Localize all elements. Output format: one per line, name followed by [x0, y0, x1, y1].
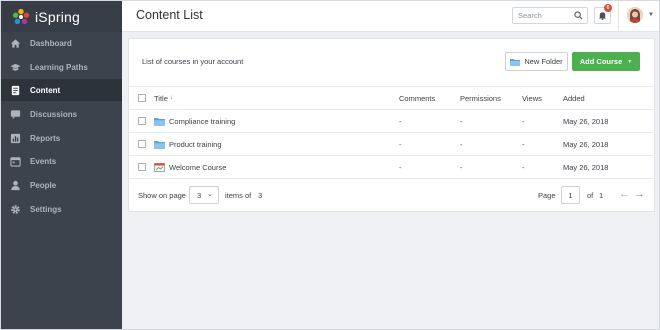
column-header-title[interactable]: Title ↓	[154, 94, 173, 103]
user-avatar-icon	[627, 7, 643, 23]
row-title[interactable]: Welcome Course	[154, 163, 226, 172]
items-of-label: items of	[225, 191, 252, 200]
folder-icon	[154, 117, 165, 126]
new-folder-button[interactable]: New Folder	[505, 52, 568, 71]
row-comments: -	[399, 162, 402, 172]
table-row[interactable]: Compliance training - - - May 26, 2018	[129, 109, 654, 132]
notification-count-badge: 6	[604, 4, 612, 12]
folder-icon	[154, 140, 165, 149]
select-all-checkbox[interactable]	[138, 94, 146, 102]
sidebar-item-label: Content	[30, 85, 61, 95]
chevron-down-icon[interactable]: ▼	[648, 12, 654, 18]
new-folder-label: New Folder	[524, 57, 563, 66]
sidebar: iSpring Dashboard Learning Paths Content…	[1, 1, 122, 329]
row-title[interactable]: Product training	[154, 140, 222, 149]
per-page-select[interactable]: 3 ⌄	[189, 186, 219, 204]
column-header-comments[interactable]: Comments	[399, 94, 435, 103]
sidebar-item-label: Discussions	[30, 109, 78, 119]
sidebar-item-label: People	[30, 180, 57, 190]
pagination-bar: Show on page 3 ⌄ items of 3 Page 1 of 1 …	[129, 178, 654, 211]
table-row[interactable]: Product training - - - May 26, 2018	[129, 132, 654, 155]
sidebar-item-reports[interactable]: Reports	[1, 127, 122, 149]
bell-icon	[598, 12, 607, 20]
document-icon	[10, 85, 21, 96]
sidebar-item-label: Learning Paths	[30, 62, 88, 72]
row-comments: -	[399, 116, 402, 126]
table-row[interactable]: Welcome Course - - - May 26, 2018	[129, 155, 654, 178]
arrow-left-icon[interactable]: ←	[619, 188, 630, 200]
of-label: of	[587, 191, 594, 200]
panel-subtitle: List of courses in your account	[142, 57, 244, 66]
page-label: Page	[538, 191, 556, 200]
sidebar-item-label: Dashboard	[30, 38, 72, 48]
chart-icon	[10, 133, 21, 144]
sidebar-item-label: Events	[30, 156, 57, 166]
chat-icon	[10, 109, 21, 120]
page-title: Content List	[136, 8, 203, 22]
arrow-right-icon[interactable]: →	[634, 188, 645, 200]
row-permissions: -	[460, 139, 463, 149]
sidebar-item-label: Reports	[30, 133, 61, 143]
column-header-added[interactable]: Added	[563, 94, 585, 103]
show-on-page-label: Show on page	[138, 191, 186, 200]
sidebar-item-learning-paths[interactable]: Learning Paths	[1, 56, 122, 78]
row-added: May 26, 2018	[563, 116, 609, 126]
row-views: -	[522, 162, 525, 172]
row-checkbox[interactable]	[138, 163, 146, 171]
row-views: -	[522, 139, 525, 149]
row-checkbox[interactable]	[138, 140, 146, 148]
app-window: iSpring Dashboard Learning Paths Content…	[0, 0, 660, 330]
search-box[interactable]	[512, 7, 588, 24]
app-name: iSpring	[35, 8, 80, 25]
table-header-row: Title ↓ Comments Permissions Views Added	[129, 86, 654, 109]
calendar-icon	[10, 156, 21, 167]
sidebar-item-label: Settings	[30, 204, 62, 214]
column-header-views[interactable]: Views	[522, 94, 542, 103]
caret-down-icon: ▼	[627, 58, 633, 65]
row-permissions: -	[460, 162, 463, 172]
row-title[interactable]: Compliance training	[154, 117, 235, 126]
sidebar-item-dashboard[interactable]: Dashboard	[1, 32, 122, 54]
sidebar-item-people[interactable]: People	[1, 174, 122, 196]
sort-arrow-icon: ↓	[169, 95, 173, 101]
course-icon	[154, 162, 165, 172]
top-header: Content List 6 ▼	[122, 1, 659, 32]
sidebar-item-events[interactable]: Events	[1, 150, 122, 172]
ispring-logo-icon	[12, 8, 30, 24]
row-added: May 26, 2018	[563, 162, 609, 172]
sidebar-item-content[interactable]: Content	[1, 79, 122, 101]
row-comments: -	[399, 139, 402, 149]
row-added: May 26, 2018	[563, 139, 609, 149]
logo[interactable]: iSpring	[1, 1, 122, 32]
chevron-down-icon: ⌄	[207, 191, 213, 198]
add-course-label: Add Course	[579, 57, 623, 66]
sidebar-item-discussions[interactable]: Discussions	[1, 103, 122, 125]
column-header-permissions[interactable]: Permissions	[460, 94, 501, 103]
sidebar-item-settings[interactable]: Settings	[1, 198, 122, 220]
total-items: 3	[258, 191, 263, 200]
person-icon	[10, 180, 21, 191]
avatar[interactable]	[627, 7, 643, 23]
header-divider	[618, 1, 619, 32]
total-pages: 1	[599, 191, 604, 200]
search-icon[interactable]	[574, 11, 583, 20]
add-course-button[interactable]: Add Course ▼	[572, 52, 640, 71]
home-icon	[10, 38, 21, 49]
search-input[interactable]	[518, 11, 574, 20]
graduation-cap-icon	[10, 62, 21, 73]
gear-icon	[10, 204, 21, 215]
row-permissions: -	[460, 116, 463, 126]
page-number-input[interactable]: 1	[561, 186, 580, 204]
folder-icon	[510, 58, 521, 66]
row-views: -	[522, 116, 525, 126]
row-checkbox[interactable]	[138, 117, 146, 125]
content-panel: List of courses in your account New Fold…	[128, 38, 655, 212]
